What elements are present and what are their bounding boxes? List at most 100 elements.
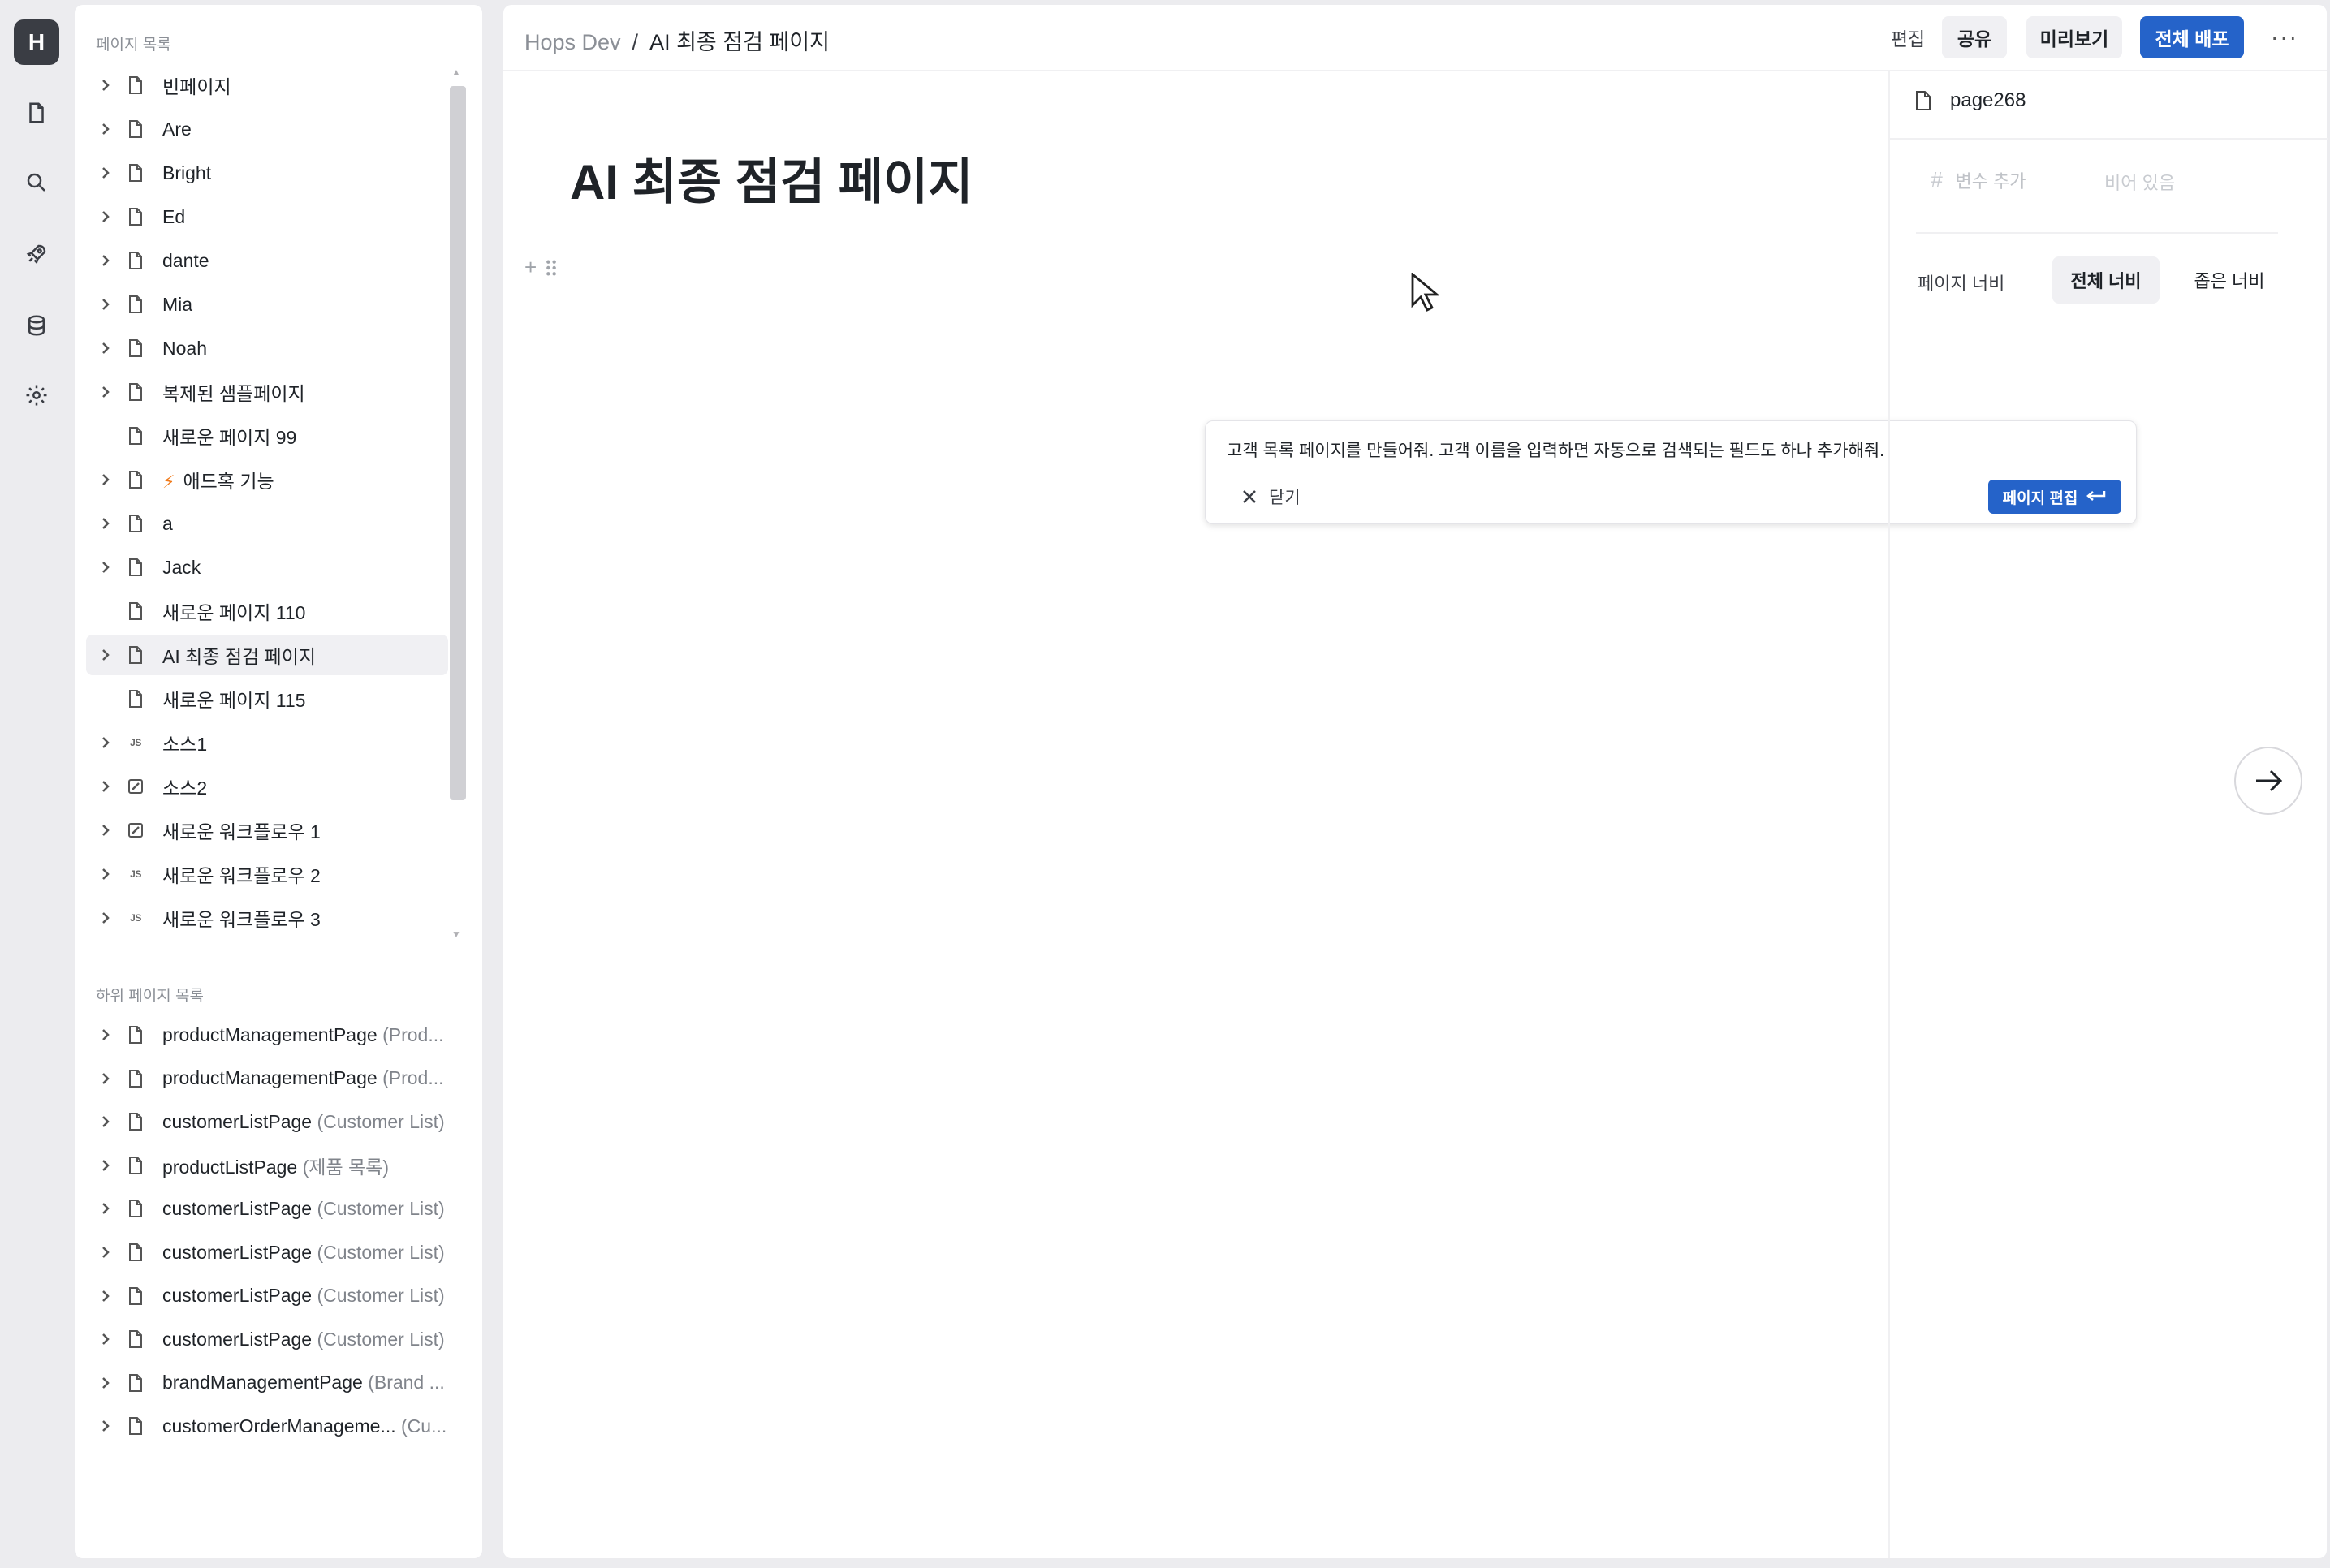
tree-item-label: a xyxy=(162,512,173,534)
page-icon xyxy=(127,382,145,402)
page-icon xyxy=(127,119,145,139)
share-button[interactable]: 공유 xyxy=(1942,16,2007,58)
chevron-right-icon[interactable] xyxy=(94,1372,117,1394)
drag-handle-icon[interactable] xyxy=(545,259,558,277)
chevron-right-icon[interactable] xyxy=(94,1328,117,1350)
chevron-right-icon[interactable] xyxy=(94,468,117,491)
bolt-icon: ⚡ xyxy=(162,472,175,492)
settings-icon[interactable] xyxy=(21,380,52,411)
block-handle[interactable]: + xyxy=(524,255,558,280)
chevron-right-icon[interactable] xyxy=(94,775,117,798)
chevron-right-icon[interactable] xyxy=(94,337,117,360)
subpage-item[interactable]: customerListPage (Customer List) xyxy=(86,1188,523,1229)
page-icon xyxy=(127,1199,145,1218)
chevron-right-icon[interactable] xyxy=(94,600,117,622)
chevron-right-icon[interactable] xyxy=(94,74,117,97)
page-icon xyxy=(127,338,145,358)
js-source-icon: JS xyxy=(130,912,141,924)
chevron-right-icon[interactable] xyxy=(94,863,117,885)
chevron-right-icon[interactable] xyxy=(94,819,117,842)
tree-item[interactable]: 새로운 워크플로우 1 xyxy=(86,810,523,851)
tree-item-label: 새로운 워크플로우 1 xyxy=(162,821,321,842)
chevron-right-icon[interactable] xyxy=(94,293,117,316)
close-button[interactable]: 닫기 xyxy=(1241,485,1301,509)
more-icon[interactable]: ··· xyxy=(2262,16,2307,58)
tree-item-label: 새로운 워크플로우 2 xyxy=(162,865,321,886)
tree-item-label: Are xyxy=(162,118,192,140)
tree-item[interactable]: JS 새로운 워크플로우 2 xyxy=(86,854,523,894)
deploy-all-button[interactable]: 전체 배포 xyxy=(2140,16,2244,58)
page-name[interactable]: page268 xyxy=(1950,89,2026,112)
tree-item-label: dante xyxy=(162,249,209,271)
add-variable-button[interactable]: # 변수 추가 xyxy=(1931,167,2026,193)
js-source-icon: JS xyxy=(130,868,141,880)
tree-item-label: AI 최종 점검 페이지 xyxy=(162,646,317,667)
chevron-right-icon[interactable] xyxy=(94,1154,117,1177)
chevron-right-icon[interactable] xyxy=(94,731,117,754)
page-title[interactable]: AI 최종 점검 페이지 xyxy=(570,143,973,213)
chevron-right-icon[interactable] xyxy=(94,424,117,447)
page-icon xyxy=(127,514,145,533)
tree-item-label: Ed xyxy=(162,205,186,227)
page-icon xyxy=(127,1156,145,1175)
breadcrumb-root[interactable]: Hops Dev xyxy=(524,30,621,54)
rocket-icon[interactable] xyxy=(21,239,52,269)
tree-scrollbar[interactable] xyxy=(450,86,466,800)
chevron-right-icon[interactable] xyxy=(94,1285,117,1307)
subpage-item[interactable]: productListPage (제품 목록) xyxy=(86,1145,523,1186)
chevron-right-icon[interactable] xyxy=(94,907,117,929)
subpage-item[interactable]: customerListPage (Customer List) xyxy=(86,1319,523,1359)
chevron-right-icon[interactable] xyxy=(94,1197,117,1220)
chevron-right-icon[interactable] xyxy=(94,1241,117,1264)
chevron-right-icon[interactable] xyxy=(94,644,117,666)
subpage-item-label: customerListPage (Customer List) xyxy=(162,1197,445,1219)
subpage-item[interactable]: brandManagementPage (Brand ... xyxy=(86,1363,523,1403)
chevron-right-icon[interactable] xyxy=(94,512,117,535)
subpage-item[interactable]: customerOrderManageme... (Cu... xyxy=(86,1406,523,1446)
subpage-item[interactable]: customerListPage (Customer List) xyxy=(86,1232,523,1273)
chevron-right-icon[interactable] xyxy=(94,1067,117,1090)
breadcrumb-separator: / xyxy=(632,30,639,54)
database-icon[interactable] xyxy=(21,310,52,341)
chevron-right-icon[interactable] xyxy=(94,205,117,228)
tree-item-label: ⚡ 애드혹 기능 xyxy=(162,471,274,492)
prompt-text[interactable]: 고객 목록 페이지를 만들어줘. 고객 이름을 입력하면 자동으로 검색되는 필… xyxy=(1227,437,1884,462)
subpage-item[interactable]: customerListPage (Customer List) xyxy=(86,1276,523,1316)
tree-item-label: 새로운 페이지 99 xyxy=(162,427,297,448)
subpage-item[interactable]: productManagementPage (Prod... xyxy=(86,1014,523,1055)
subpage-item[interactable]: productManagementPage (Prod... xyxy=(86,1058,523,1099)
page-icon xyxy=(127,601,145,621)
scroll-up-icon[interactable]: ▲ xyxy=(451,67,461,78)
top-bar: Hops Dev / AI 최종 점검 페이지 편집 공유 미리보기 전체 배포 ·… xyxy=(503,5,2327,71)
edit-button[interactable]: 편집 xyxy=(1885,16,1931,58)
chevron-right-icon[interactable] xyxy=(94,249,117,272)
full-width-option[interactable]: 전체 너비 xyxy=(2052,256,2160,304)
variable-empty-text: 비어 있음 xyxy=(2104,173,2176,193)
mouse-cursor-icon xyxy=(1411,273,1439,312)
add-block-icon[interactable]: + xyxy=(524,255,537,280)
tree-item-label: 새로운 페이지 110 xyxy=(162,602,306,623)
editor-panel: Hops Dev / AI 최종 점검 페이지 편집 공유 미리보기 전체 배포 ·… xyxy=(503,5,2328,1558)
tree-item-label: Bright xyxy=(162,162,212,183)
chevron-right-icon[interactable] xyxy=(94,381,117,403)
subpage-item[interactable]: customerListPage (Customer List) xyxy=(86,1101,523,1142)
page-icon xyxy=(127,1416,145,1436)
search-icon[interactable] xyxy=(21,167,52,198)
workspace-logo[interactable]: H xyxy=(14,19,59,65)
next-arrow-button[interactable] xyxy=(2234,747,2302,815)
chevron-right-icon[interactable] xyxy=(94,162,117,184)
chevron-right-icon[interactable] xyxy=(94,556,117,579)
scroll-down-icon[interactable]: ▼ xyxy=(451,928,461,940)
preview-button[interactable]: 미리보기 xyxy=(2026,16,2122,58)
chevron-right-icon[interactable] xyxy=(94,687,117,710)
arrow-right-icon xyxy=(2256,769,2283,792)
chevron-right-icon[interactable] xyxy=(94,118,117,140)
chevron-right-icon[interactable] xyxy=(94,1110,117,1133)
tree-item[interactable]: AI 최종 점검 페이지 xyxy=(86,635,448,675)
chevron-right-icon[interactable] xyxy=(94,1415,117,1437)
file-icon[interactable] xyxy=(21,97,52,128)
subpage-item-label: customerListPage (Customer List) xyxy=(162,1328,445,1350)
page-icon xyxy=(127,470,145,489)
narrow-width-option[interactable]: 좁은 너비 xyxy=(2176,256,2283,304)
chevron-right-icon[interactable] xyxy=(94,1023,117,1046)
